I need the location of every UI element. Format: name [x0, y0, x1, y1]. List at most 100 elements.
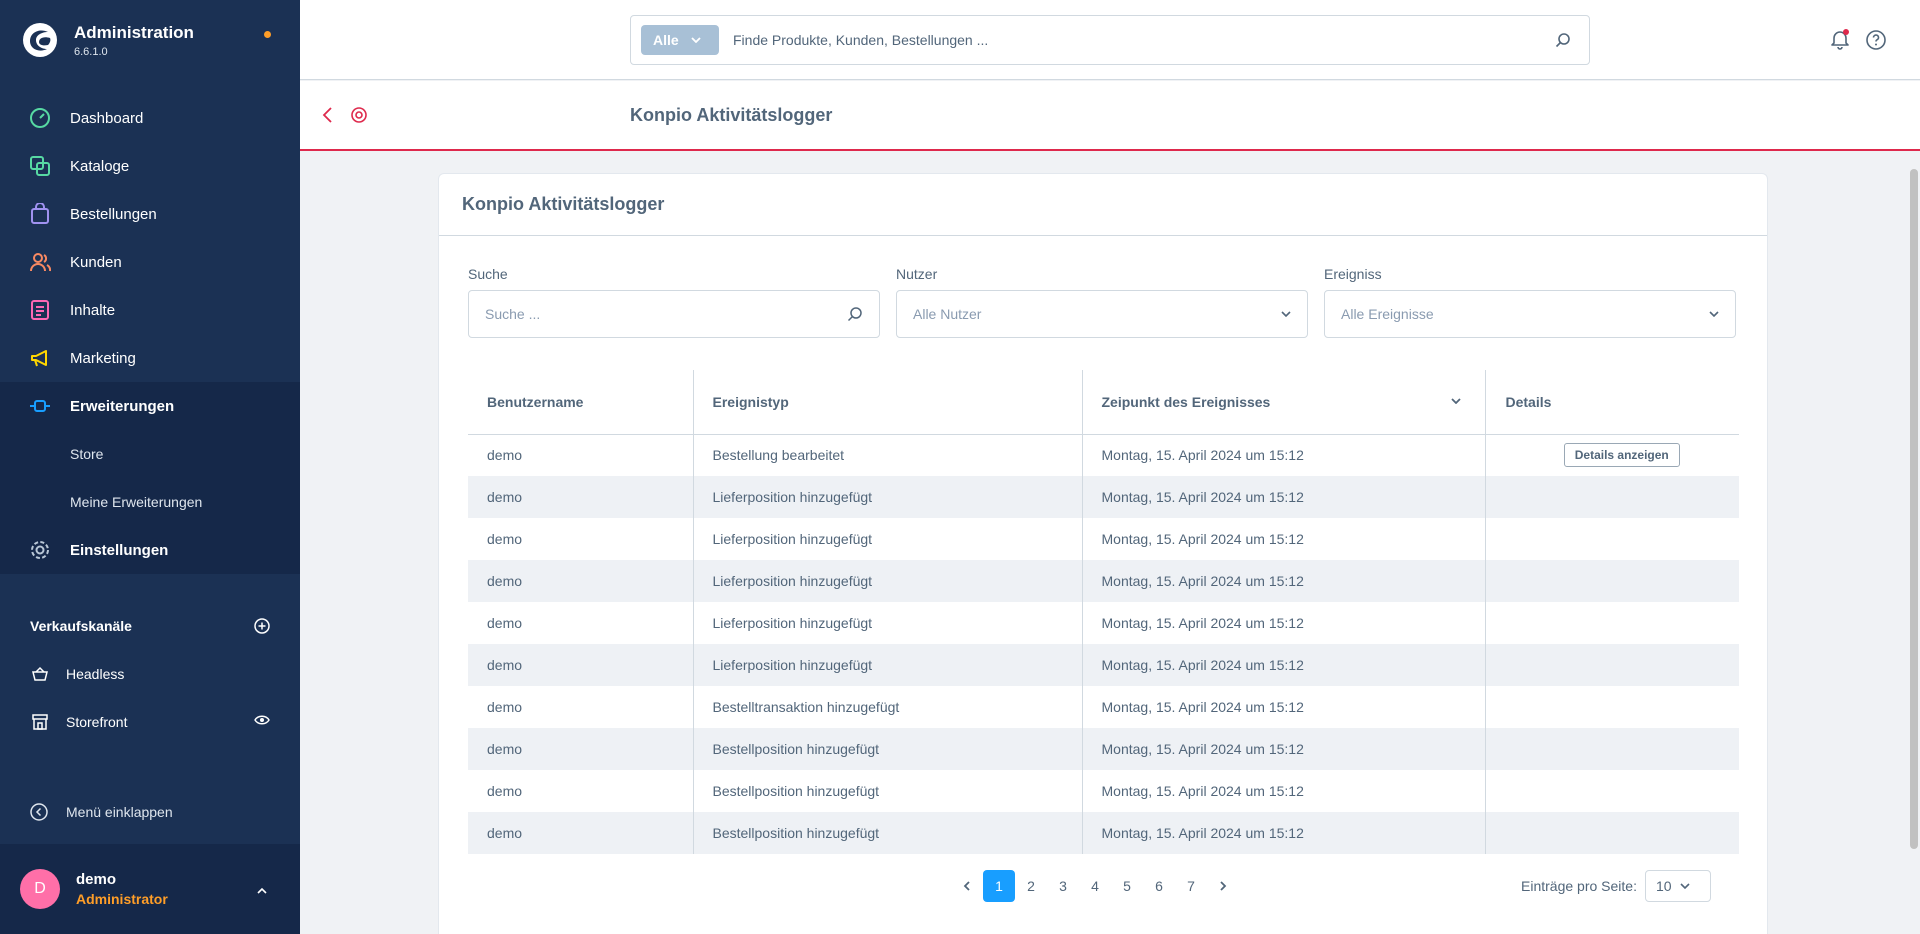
- cell-details: [1485, 728, 1739, 770]
- prev-page-icon[interactable]: [951, 870, 983, 902]
- help-icon[interactable]: [1866, 30, 1886, 55]
- table-row: demo Lieferposition hinzugefügt Montag, …: [468, 518, 1739, 560]
- cell-event-type: Lieferposition hinzugefügt: [693, 518, 1083, 560]
- plugin-icon: [350, 106, 368, 129]
- page-button-5[interactable]: 5: [1111, 870, 1143, 902]
- cell-event-type: Bestellung bearbeitet: [693, 434, 1083, 476]
- table-row: demo Bestellposition hinzugefügt Montag,…: [468, 812, 1739, 854]
- search-icon[interactable]: [1555, 32, 1571, 48]
- nav-item-extensions[interactable]: Erweiterungen: [0, 382, 300, 430]
- per-page: Einträge pro Seite: 10: [1521, 870, 1711, 902]
- nav-item-label: Marketing: [70, 349, 136, 367]
- page-button-2[interactable]: 2: [1015, 870, 1047, 902]
- user-filter-label: Nutzer: [896, 266, 938, 282]
- per-page-select[interactable]: 10: [1644, 870, 1711, 902]
- sort-chevron-down-icon[interactable]: [1450, 398, 1461, 404]
- cell-event-time: Montag, 15. April 2024 um 15:12: [1082, 686, 1486, 728]
- nav-item-orders[interactable]: Bestellungen: [0, 190, 300, 238]
- nav-item-dashboard[interactable]: Dashboard: [0, 94, 300, 142]
- table-row: demo Lieferposition hinzugefügt Montag, …: [468, 602, 1739, 644]
- cell-username: demo: [468, 686, 694, 728]
- search-field[interactable]: Suche ...: [468, 290, 880, 338]
- page-button-3[interactable]: 3: [1047, 870, 1079, 902]
- page-button-1[interactable]: 1: [983, 870, 1015, 902]
- cell-event-type: Lieferposition hinzugefügt: [693, 644, 1083, 686]
- cell-event-time: Montag, 15. April 2024 um 15:12: [1082, 728, 1486, 770]
- nav-item-content[interactable]: Inhalte: [0, 286, 300, 334]
- page-button-4[interactable]: 4: [1079, 870, 1111, 902]
- table-row: demo Bestelltransaktion hinzugefügt Mont…: [468, 686, 1739, 728]
- cell-event-type: Bestellposition hinzugefügt: [693, 812, 1083, 854]
- chevron-left-circle-icon: [30, 803, 48, 821]
- global-search[interactable]: Alle Finde Produkte, Kunden, Bestellunge…: [630, 15, 1590, 65]
- collapse-menu-label: Menü einklappen: [66, 804, 173, 820]
- search-type-label: Alle: [653, 32, 679, 48]
- column-header-event-time[interactable]: Zeipunkt des Ereignisses: [1082, 370, 1486, 435]
- chevron-down-icon: [691, 37, 701, 43]
- filters: Suche Suche ... Nutzer Alle Nutzer Ereig…: [468, 266, 1736, 338]
- nav-item-settings[interactable]: Einstellungen: [0, 526, 300, 574]
- user-role: Administrator: [76, 891, 168, 907]
- storefront-icon: [30, 712, 50, 732]
- scrollbar-thumb[interactable]: [1910, 169, 1918, 849]
- user-menu[interactable]: D demo Administrator: [0, 844, 300, 934]
- add-sales-channel-icon[interactable]: [254, 618, 270, 637]
- column-header-username[interactable]: Benutzername: [468, 370, 694, 435]
- bell-icon[interactable]: [1830, 28, 1850, 55]
- pagination: 1 2 3 4 5 6 7: [951, 870, 1239, 902]
- page-button-6[interactable]: 6: [1143, 870, 1175, 902]
- chevron-down-icon: [1281, 311, 1291, 317]
- marketing-icon: [28, 346, 52, 370]
- event-select[interactable]: Alle Ereignisse: [1324, 290, 1736, 338]
- user-filter: Nutzer Alle Nutzer: [896, 266, 1308, 338]
- cell-event-time: Montag, 15. April 2024 um 15:12: [1082, 812, 1486, 854]
- dashboard-icon: [28, 106, 52, 130]
- activity-table: Benutzername Ereignistyp Zeipunkt des Er…: [468, 370, 1739, 854]
- page-button-7[interactable]: 7: [1175, 870, 1207, 902]
- basket-icon: [30, 664, 50, 684]
- user-name: demo: [76, 871, 117, 888]
- avatar: D: [20, 869, 60, 909]
- sales-channels-header: Verkaufskanäle: [0, 602, 300, 650]
- sales-channel-storefront[interactable]: Storefront: [0, 698, 300, 746]
- nav-item-customers[interactable]: Kunden: [0, 238, 300, 286]
- cell-username: demo: [468, 644, 694, 686]
- nav-sub-item-store[interactable]: Store: [0, 430, 300, 478]
- chevron-down-icon: [1709, 311, 1719, 317]
- cell-username: demo: [468, 518, 694, 560]
- nav-item-catalogs[interactable]: Kataloge: [0, 142, 300, 190]
- table-row: demo Lieferposition hinzugefügt Montag, …: [468, 476, 1739, 518]
- shopware-logo-icon[interactable]: [22, 22, 58, 58]
- page-title: Konpio Aktivitätslogger: [630, 105, 833, 125]
- cell-details: [1485, 602, 1739, 644]
- user-select[interactable]: Alle Nutzer: [896, 290, 1308, 338]
- nav-sub-item-my-extensions[interactable]: Meine Erweiterungen: [0, 478, 300, 526]
- cell-details: [1485, 476, 1739, 518]
- cell-details: [1485, 812, 1739, 854]
- cell-details: [1485, 770, 1739, 812]
- table-row: demo Bestellung bearbeitet Montag, 15. A…: [468, 434, 1739, 476]
- cell-event-type: Lieferposition hinzugefügt: [693, 476, 1083, 518]
- nav-item-marketing[interactable]: Marketing: [0, 334, 300, 382]
- collapse-menu-button[interactable]: Menü einklappen: [0, 788, 300, 836]
- catalog-icon: [28, 154, 52, 178]
- event-select-placeholder: Alle Ereignisse: [1341, 306, 1434, 322]
- extensions-icon: [28, 394, 52, 418]
- back-arrow-icon[interactable]: [320, 106, 336, 129]
- chevron-up-icon[interactable]: [256, 882, 268, 900]
- search-icon: [847, 307, 862, 322]
- search-type-dropdown[interactable]: Alle: [641, 25, 719, 55]
- next-page-icon[interactable]: [1207, 870, 1239, 902]
- search-input[interactable]: Finde Produkte, Kunden, Bestellungen ...: [733, 32, 1555, 48]
- table-row: demo Bestellposition hinzugefügt Montag,…: [468, 770, 1739, 812]
- nav-item-label: Kunden: [70, 253, 122, 271]
- eye-icon[interactable]: [254, 713, 270, 729]
- sales-channel-headless[interactable]: Headless: [0, 650, 300, 698]
- table-row: demo Bestellposition hinzugefügt Montag,…: [468, 728, 1739, 770]
- details-button[interactable]: Details anzeigen: [1563, 443, 1680, 468]
- cell-details: [1485, 518, 1739, 560]
- page-scrollbar[interactable]: [1908, 169, 1920, 849]
- search-field-placeholder: Suche ...: [485, 306, 541, 322]
- table-header-row: Benutzername Ereignistyp Zeipunkt des Er…: [468, 370, 1739, 435]
- column-header-event-type[interactable]: Ereignistyp: [693, 370, 1083, 435]
